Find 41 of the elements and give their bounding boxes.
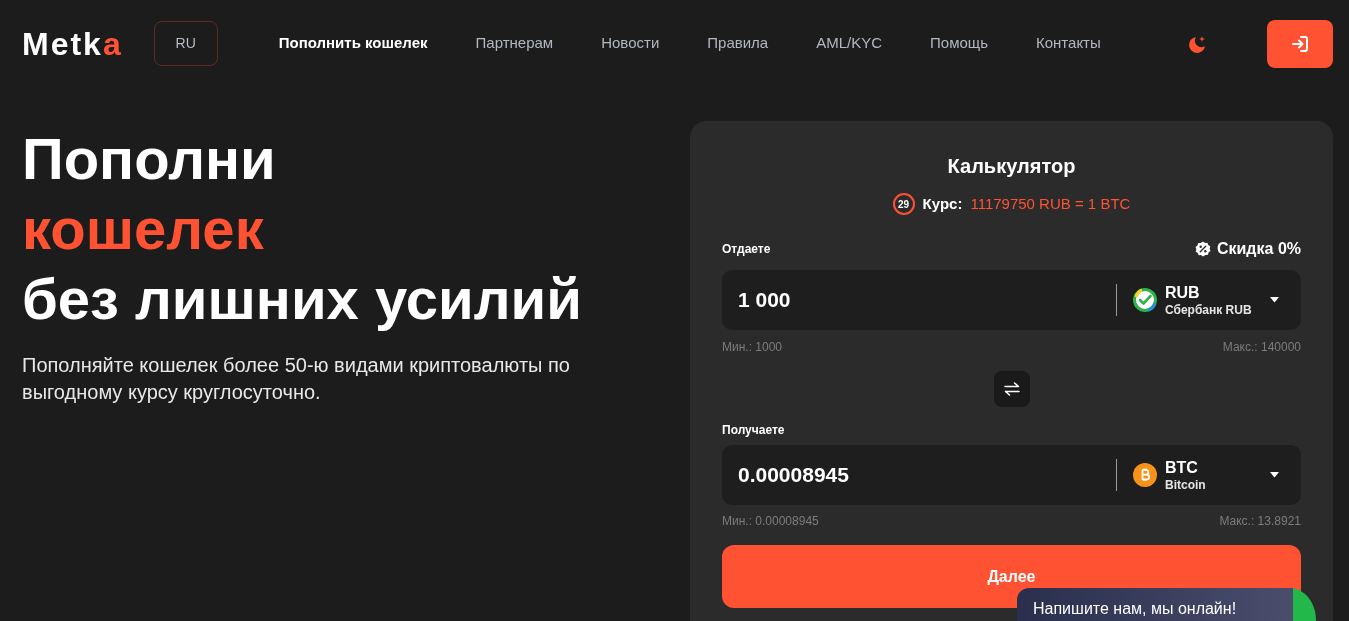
bitcoin-icon xyxy=(1133,463,1157,487)
discount-label: Скидка 0% xyxy=(1216,239,1301,259)
amount-field[interactable]: 1 000 RUB Сбербанк RUB xyxy=(722,270,1301,330)
nav-link[interactable]: Партнерам xyxy=(475,32,554,55)
currency-select[interactable]: BTC Bitcoin xyxy=(1133,455,1279,495)
field-label: Отдаете xyxy=(722,241,771,258)
login-button[interactable] xyxy=(1267,19,1333,68)
nav-link[interactable]: Правила xyxy=(707,32,769,55)
hero-heading: кошелек xyxy=(22,195,264,263)
amount-input[interactable]: 0.00008945 xyxy=(738,455,1100,495)
nav-link[interactable]: Помощь xyxy=(930,32,988,55)
amount-input[interactable]: 1 000 xyxy=(738,280,1100,320)
site-logo[interactable]: Metka xyxy=(22,27,123,60)
rate-label: Курс: xyxy=(922,193,963,214)
swap-button[interactable] xyxy=(993,371,1030,407)
discount-icon xyxy=(1194,241,1211,257)
leaf-icon xyxy=(1293,588,1316,621)
chat-invite-toast[interactable]: Напишите нам, мы онлайн! xyxy=(1017,588,1293,621)
nav-link[interactable]: Новости xyxy=(601,32,660,55)
nav-link[interactable]: Пополнить кошелек xyxy=(278,32,428,55)
language-button[interactable]: RU xyxy=(153,21,218,66)
max-limit: Макс.: 13.8921 xyxy=(1219,513,1301,530)
hero-heading: без лишних усилий xyxy=(22,265,582,333)
amount-field[interactable]: 0.00008945 BTC Bitcoin xyxy=(722,445,1301,505)
login-icon xyxy=(1291,34,1309,53)
field-label: Получаете xyxy=(722,422,785,439)
caret-icon xyxy=(1270,297,1279,303)
countdown-timer: 29 xyxy=(892,193,915,215)
currency-select[interactable]: RUB Сбербанк RUB xyxy=(1133,280,1279,320)
hero-heading: Пополни xyxy=(22,125,276,193)
rate-value: 11179750 RUB = 1 BTC xyxy=(970,193,1131,214)
nav-link[interactable]: AML/KYC xyxy=(816,32,883,55)
max-limit: Макс.: 140000 xyxy=(1222,339,1301,356)
check-circle-icon xyxy=(1133,288,1157,312)
hero-subtitle: Пополняйте кошелек более 50-ю видами криптовалюты по выгодному курсу круглосуточно. xyxy=(22,353,571,405)
caret-icon xyxy=(1270,472,1279,478)
min-limit: Мин.: 0.00008945 xyxy=(722,513,819,530)
swap-arrows-icon xyxy=(1003,382,1020,396)
nav-link[interactable]: Контакты xyxy=(1036,32,1101,55)
min-limit: Мин.: 1000 xyxy=(722,339,783,356)
calculator-title: Калькулятор xyxy=(946,154,1077,179)
